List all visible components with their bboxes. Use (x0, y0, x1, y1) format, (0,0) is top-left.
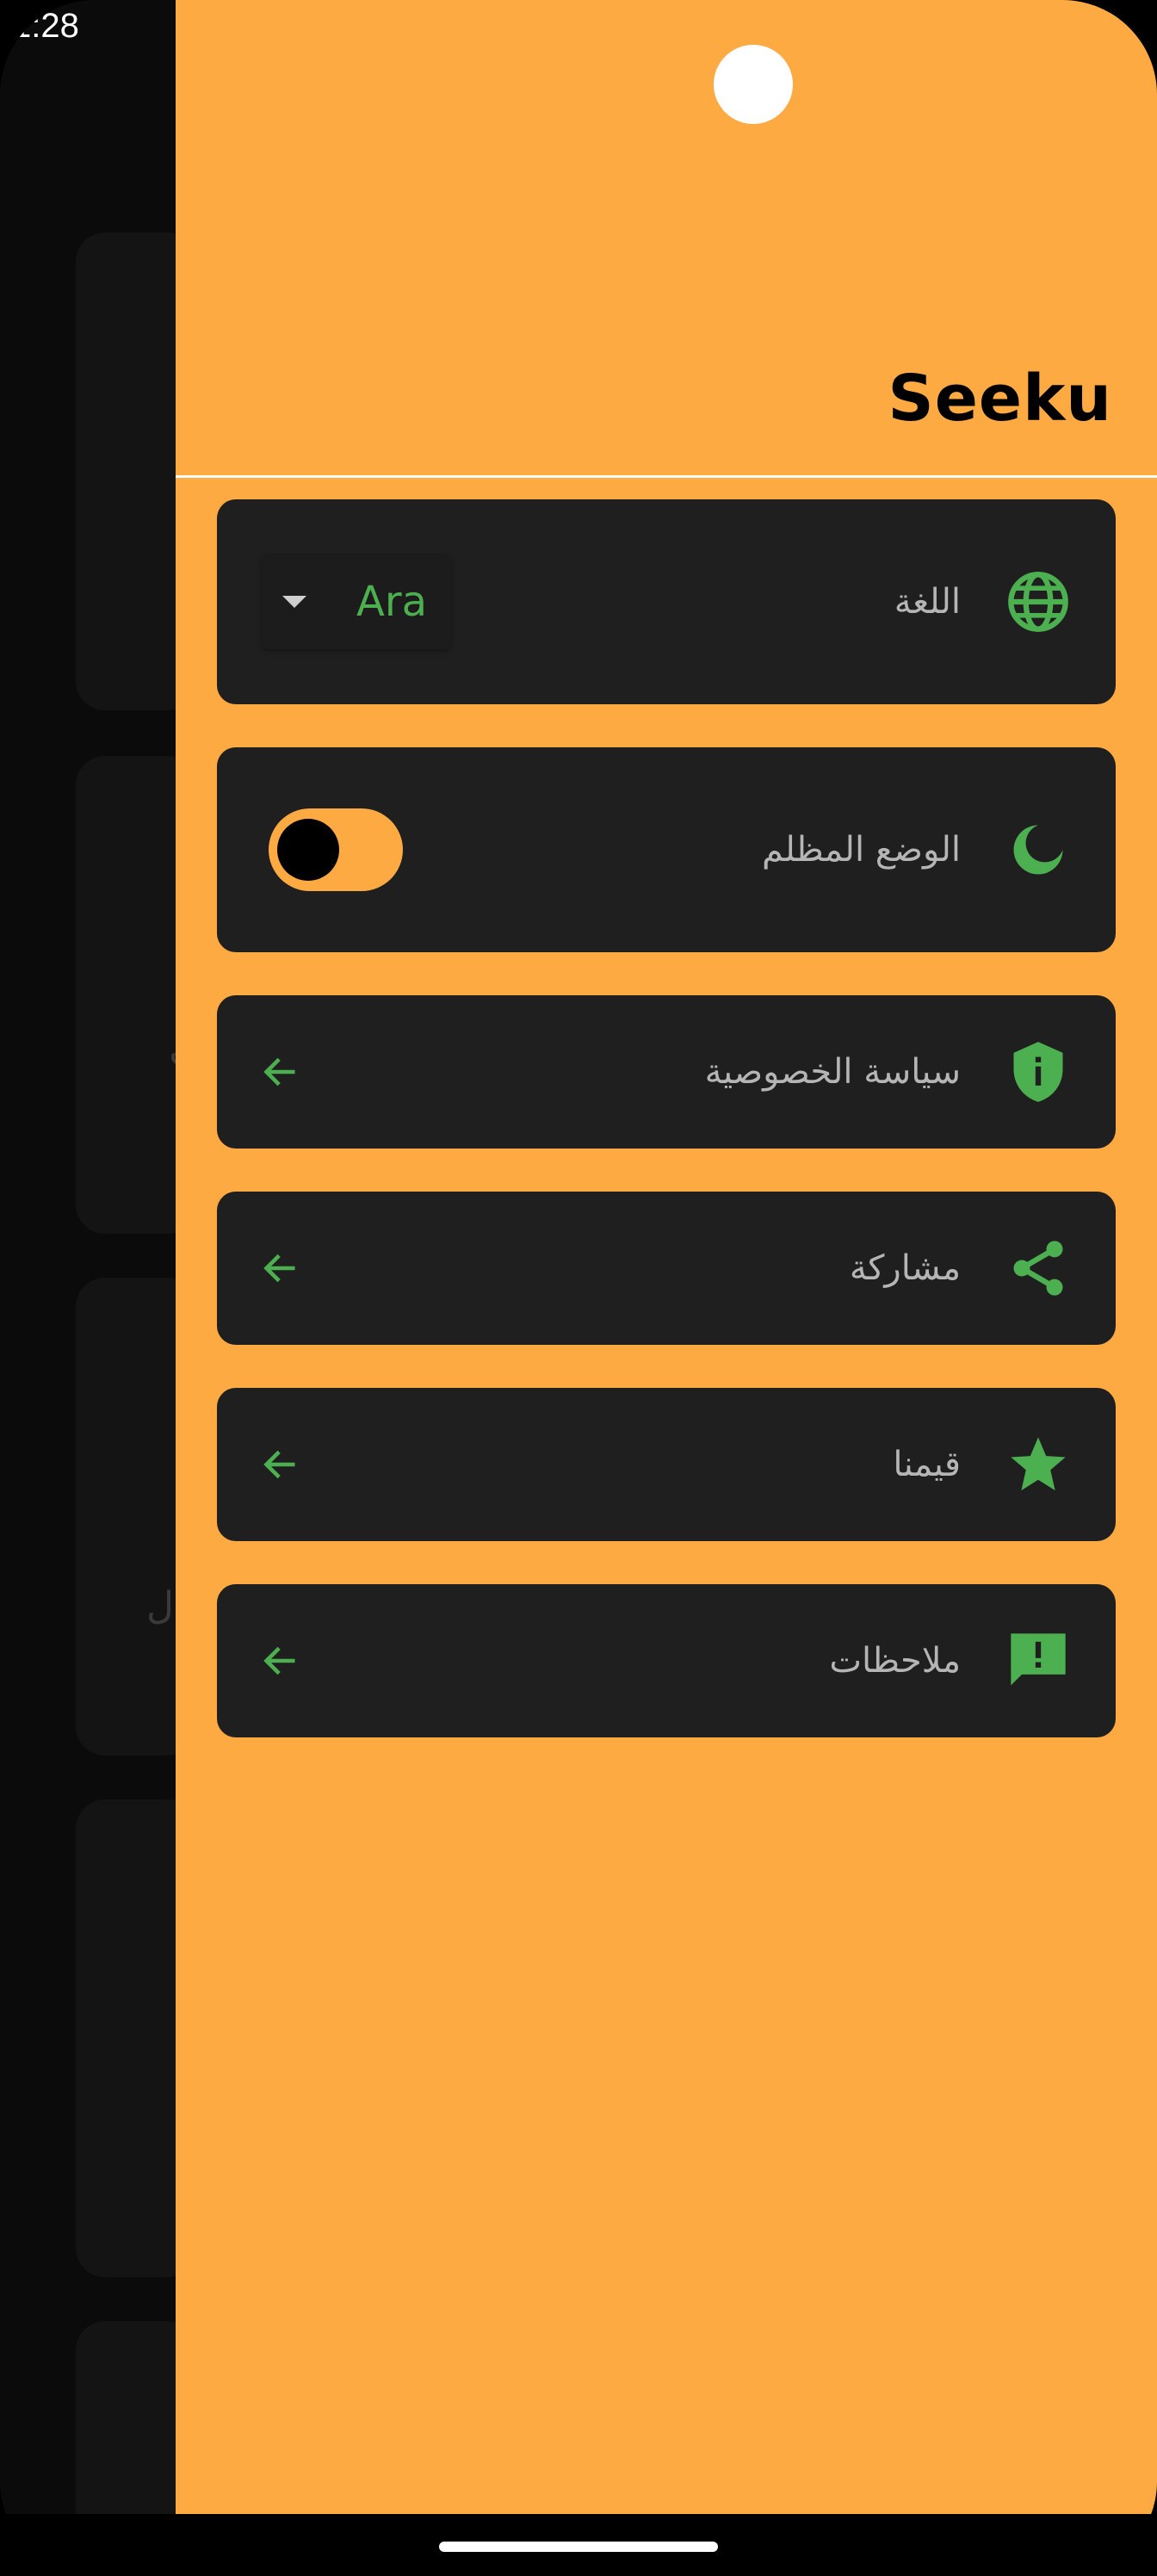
share-icon (1013, 1241, 1063, 1296)
feedback-label: ملاحظات (829, 1641, 961, 1681)
device-screen: ل ل 1:28 Seeku اللغة Ara الوضع المظلم (0, 0, 1157, 2576)
chevron-down-icon (282, 596, 306, 608)
dark-mode-toggle[interactable] (269, 808, 403, 891)
privacy-policy-label: سياسة الخصوصية (704, 1052, 961, 1092)
arrow-left-icon (263, 1254, 295, 1283)
language-dropdown[interactable]: Ara (262, 554, 451, 649)
dark-mode-setting-card: الوضع المظلم (217, 747, 1116, 952)
shield-info-icon (1013, 1042, 1063, 1102)
language-dropdown-value: Ara (356, 578, 427, 626)
home-indicator[interactable] (439, 2542, 718, 2552)
toggle-knob (277, 819, 339, 881)
arrow-left-icon (263, 1057, 295, 1087)
language-label: اللغة (894, 582, 961, 622)
privacy-policy-item[interactable]: سياسة الخصوصية (217, 995, 1116, 1149)
feedback-item[interactable]: ملاحظات (217, 1584, 1116, 1737)
app-title: Seeku (888, 362, 1112, 436)
feedback-icon (1011, 1633, 1066, 1686)
rate-us-label: قيمنا (893, 1445, 961, 1484)
drawer-divider (176, 475, 1157, 478)
star-icon (1011, 1437, 1066, 1491)
status-time: 1:28 (12, 7, 79, 45)
moon-icon (1013, 825, 1063, 875)
globe-icon (1008, 572, 1068, 632)
dark-mode-label: الوضع المظلم (761, 830, 961, 870)
share-label: مشاركة (849, 1248, 961, 1288)
arrow-left-icon (263, 1450, 295, 1479)
camera-cutout (714, 45, 793, 124)
language-setting-card: اللغة Ara (217, 499, 1116, 704)
rate-us-item[interactable]: قيمنا (217, 1388, 1116, 1541)
share-item[interactable]: مشاركة (217, 1192, 1116, 1345)
arrow-left-icon (263, 1646, 295, 1675)
background-text: ل (146, 1584, 174, 1628)
